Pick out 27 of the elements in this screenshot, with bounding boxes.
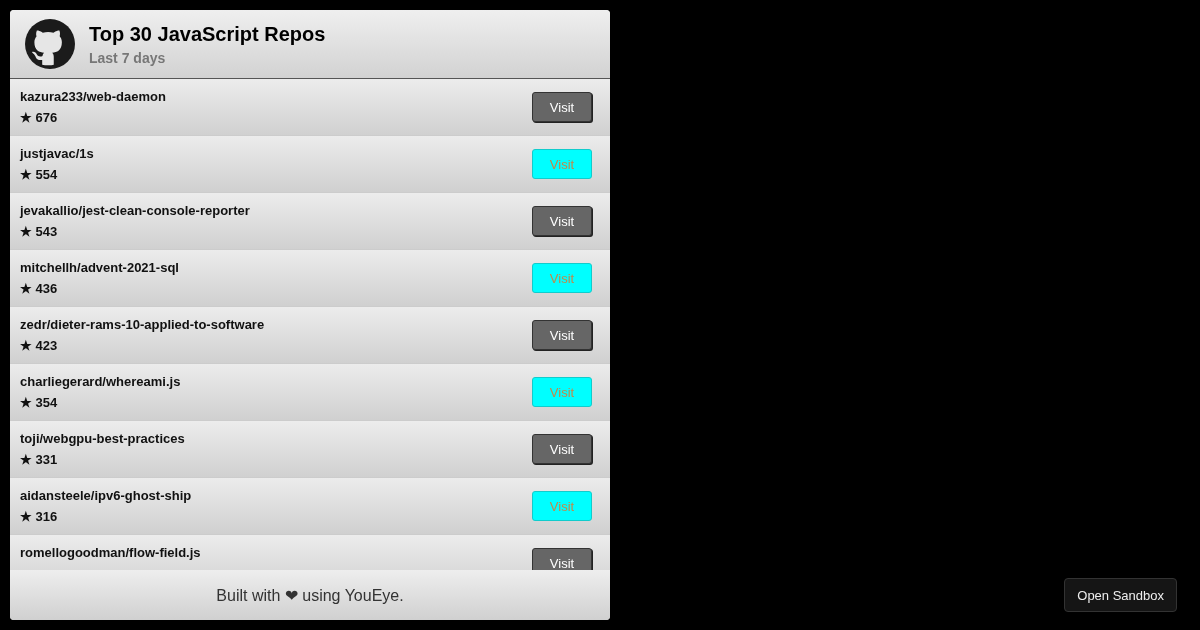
star-count: ★ 676 <box>20 110 59 125</box>
star-count: ★ 354 <box>20 395 59 410</box>
repo-name: charliegerard/whereami.js <box>20 374 181 389</box>
visit-button[interactable]: Visit <box>532 434 592 464</box>
repo-name: toji/webgpu-best-practices <box>20 431 185 446</box>
visit-button[interactable]: Visit <box>532 320 592 350</box>
visit-button[interactable]: Visit <box>532 548 592 570</box>
star-count: ★ 331 <box>20 452 59 467</box>
footer-text: Built with ❤ using YouEye. <box>10 570 610 620</box>
card-subtitle: Last 7 days <box>89 49 167 66</box>
repo-name: kazura233/web-daemon <box>20 89 166 104</box>
repo-name: mitchellh/advent-2021-sql <box>20 260 179 275</box>
star-count: ★ 436 <box>20 281 59 296</box>
star-count: ★ 554 <box>20 167 59 182</box>
repo-name: justjavac/1s <box>20 146 94 161</box>
star-count: ★ 316 <box>20 509 59 524</box>
repo-name: zedr/dieter-rams-10-applied-to-software <box>20 317 265 332</box>
visit-button[interactable]: Visit <box>532 206 592 236</box>
open-sandbox-button[interactable]: Open Sandbox <box>1064 578 1177 612</box>
card-title: Top 30 JavaScript Repos <box>89 22 326 46</box>
repo-name: romellogoodman/flow-field.js <box>20 545 201 560</box>
repo-name: aidansteele/ipv6-ghost-ship <box>20 488 192 503</box>
repo-name: jevakallio/jest-clean-console-reporter <box>20 203 250 218</box>
star-count: ★ 423 <box>20 338 59 353</box>
star-count: ★ 543 <box>20 224 59 239</box>
visit-button[interactable]: Visit <box>532 92 592 122</box>
github-logo-icon <box>25 19 75 69</box>
